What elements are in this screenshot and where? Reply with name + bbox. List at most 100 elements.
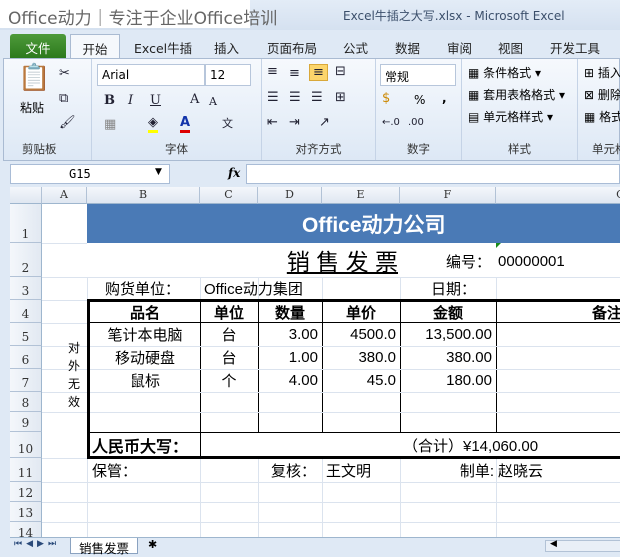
paste-button[interactable]: 粘贴	[20, 99, 44, 116]
name-box-dropdown-icon[interactable]: ▼	[155, 167, 162, 177]
item-name[interactable]: 移动硬盘	[90, 346, 200, 369]
item-unit[interactable]: 台	[200, 346, 258, 369]
item-qty[interactable]: 4.00	[258, 369, 318, 392]
underline-icon[interactable]: U	[150, 93, 161, 108]
increase-decimal-icon[interactable]: ←.0	[382, 117, 400, 128]
maker-name[interactable]: 赵晓云	[498, 458, 543, 482]
row-header-8[interactable]: 8	[10, 392, 42, 412]
borders-icon[interactable]: ▦	[104, 117, 116, 132]
row-header-3[interactable]: 3	[10, 277, 42, 300]
reviewer-name[interactable]: 王文明	[326, 458, 371, 482]
comma-button[interactable]: ,	[442, 91, 447, 105]
font-name-select[interactable]: Arial	[97, 64, 205, 86]
tab-developer[interactable]: 开发工具	[550, 34, 600, 58]
currency-icon[interactable]: $	[382, 91, 390, 106]
tab-view[interactable]: 视图	[498, 34, 523, 58]
header-qty[interactable]: 数量	[258, 301, 322, 323]
tab-formulas[interactable]: 公式	[343, 34, 368, 58]
shrink-font-icon[interactable]: A	[209, 95, 217, 108]
row-header-9[interactable]: 9	[10, 412, 42, 432]
item-amount[interactable]: 180.00	[400, 369, 492, 392]
name-box[interactable]: G15	[10, 164, 170, 184]
number-label[interactable]: 编号：	[400, 245, 496, 277]
wrap-text-icon[interactable]: ⊟	[335, 64, 346, 79]
maker-label[interactable]: 制单:	[400, 458, 494, 482]
sheet-tab-sales-invoice[interactable]: 销售发票	[70, 538, 139, 556]
buyer-label[interactable]: 购货单位：	[105, 277, 180, 300]
number-format-select[interactable]: 常规	[380, 64, 456, 86]
bold-icon[interactable]: B	[104, 93, 115, 108]
item-amount[interactable]: 380.00	[400, 346, 492, 369]
invoice-title[interactable]: 销 售 发 票	[200, 243, 398, 277]
cell-styles-button[interactable]: ▤ 单元格样式 ▾	[468, 108, 553, 125]
header-unit[interactable]: 单位	[200, 301, 258, 323]
row-header-6[interactable]: 6	[10, 346, 42, 369]
column-header-e[interactable]: E	[322, 187, 400, 204]
decrease-decimal-icon[interactable]: .00	[408, 117, 424, 128]
invoice-number[interactable]: 00000001	[498, 245, 618, 277]
tab-review[interactable]: 审阅	[447, 34, 472, 58]
buyer-value[interactable]: Office动力集团	[204, 277, 303, 300]
insert-sheet-icon[interactable]: ✱	[148, 538, 157, 551]
row-header-12[interactable]: 12	[10, 482, 42, 502]
tab-excel-niucha[interactable]: Excel牛插	[134, 34, 192, 58]
insert-cells-button[interactable]: ⊞ 插入	[584, 64, 620, 81]
row-header-4[interactable]: 4	[10, 300, 42, 323]
format-as-table-button[interactable]: ▦ 套用表格格式 ▾	[468, 86, 565, 103]
rmb-uppercase-label[interactable]: 人民币大写：	[92, 433, 188, 457]
item-qty[interactable]: 1.00	[258, 346, 318, 369]
orientation-icon[interactable]: ↗	[319, 115, 330, 130]
row-header-14[interactable]: 14	[10, 522, 42, 537]
reviewer-label[interactable]: 复核：	[200, 458, 320, 482]
phonetic-icon[interactable]: 文	[222, 115, 233, 131]
item-amount[interactable]: 13,500.00	[400, 323, 492, 346]
column-header-c[interactable]: C	[200, 187, 258, 204]
delete-cells-button[interactable]: ⊠ 删除	[584, 86, 620, 103]
row-header-5[interactable]: 5	[10, 323, 42, 346]
column-header-f[interactable]: F	[400, 187, 496, 204]
column-header-b[interactable]: B	[87, 187, 200, 204]
worksheet-grid[interactable]: A B C D E F G 1 2 3 4 5 6 7 8 9 10 11 12…	[10, 187, 620, 537]
item-name[interactable]: 笔计本电脑	[90, 323, 200, 346]
row-header-10[interactable]: 10	[10, 432, 42, 458]
item-name[interactable]: 鼠标	[90, 369, 200, 392]
align-bottom-icon[interactable]: ≡	[309, 64, 328, 81]
column-header-a[interactable]: A	[42, 187, 87, 204]
format-cells-button[interactable]: ▦ 格式	[584, 108, 620, 125]
keeper-label[interactable]: 保管：	[92, 458, 137, 482]
cut-icon[interactable]: ✂	[59, 66, 70, 81]
tab-home[interactable]: 开始	[70, 34, 120, 58]
header-price[interactable]: 单价	[322, 301, 400, 323]
formula-input[interactable]	[246, 164, 620, 184]
header-name[interactable]: 品名	[90, 301, 200, 323]
item-price[interactable]: 4500.0	[322, 323, 396, 346]
item-unit[interactable]: 个	[200, 369, 258, 392]
tab-file[interactable]: 文件	[10, 34, 66, 58]
sheet-nav-buttons[interactable]: ⏮◀▶⏭	[14, 539, 60, 549]
item-unit[interactable]: 台	[200, 323, 258, 346]
insert-function-button[interactable]: fx	[228, 166, 240, 180]
row-header-7[interactable]: 7	[10, 369, 42, 392]
item-price[interactable]: 45.0	[322, 369, 396, 392]
align-middle-icon[interactable]: ≡	[289, 66, 300, 81]
header-amount[interactable]: 金额	[400, 301, 496, 323]
row-header-13[interactable]: 13	[10, 502, 42, 522]
copy-icon[interactable]: ⧉	[59, 91, 68, 106]
align-right-icon[interactable]: ☰	[311, 90, 323, 105]
conditional-formatting-button[interactable]: ▦ 条件格式 ▾	[468, 64, 541, 81]
item-price[interactable]: 380.0	[322, 346, 396, 369]
item-qty[interactable]: 3.00	[258, 323, 318, 346]
paste-icon[interactable]: 📋	[18, 63, 50, 93]
row-header-2[interactable]: 2	[10, 243, 42, 277]
total-amount[interactable]: （合计）¥14,060.00	[403, 433, 538, 457]
format-painter-icon[interactable]: 🖌	[59, 115, 76, 130]
date-label[interactable]: 日期：	[431, 277, 476, 300]
row-header-1[interactable]: 1	[10, 204, 42, 243]
font-size-select[interactable]: 12	[205, 64, 251, 86]
italic-icon[interactable]: I	[128, 93, 133, 108]
select-all-corner[interactable]	[10, 187, 42, 204]
percent-button[interactable]: %	[414, 93, 425, 107]
tab-insert[interactable]: 插入	[214, 34, 239, 58]
grow-font-icon[interactable]: A	[190, 92, 199, 107]
align-center-icon[interactable]: ☰	[289, 90, 301, 105]
